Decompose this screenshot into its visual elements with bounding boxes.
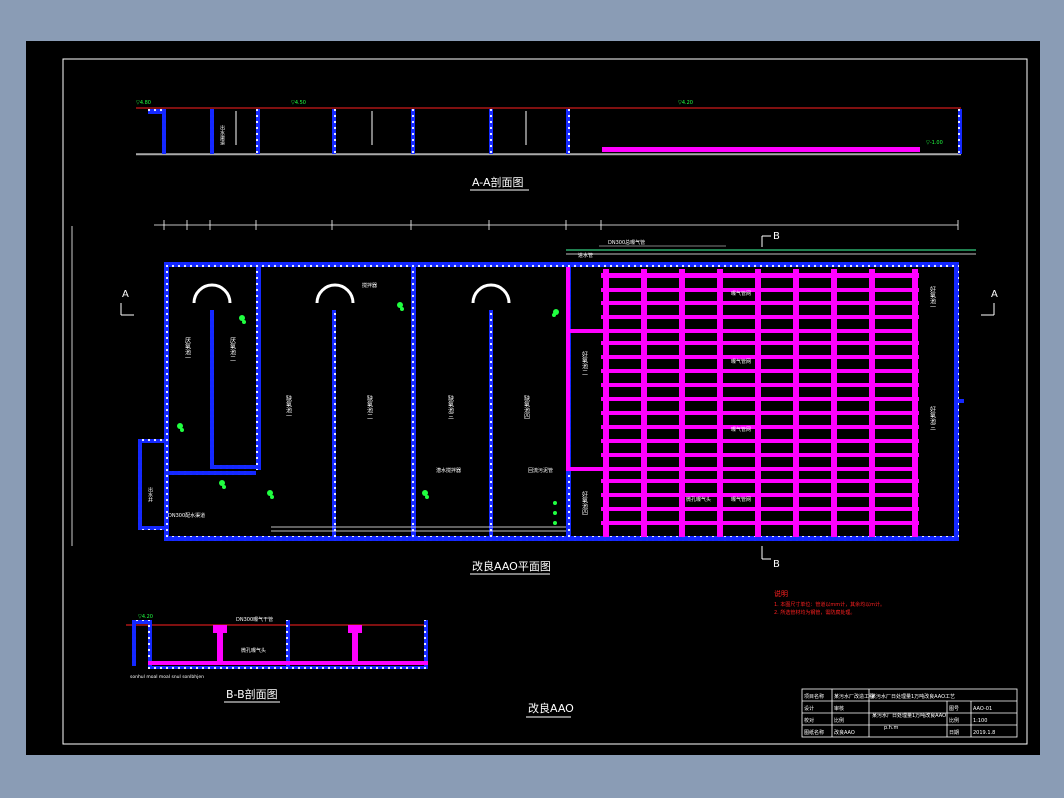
bb-label-aerator: 微孔曝气头 [241, 647, 266, 654]
plan-label-aeration-3: 曝气管网 [731, 426, 751, 433]
plan-label-aerobic-4: 好氧池四 [581, 490, 588, 515]
plan-label-pipe-top: DN300总曝气管 [608, 239, 645, 246]
plan-title: 改良AAO平面图 [472, 559, 551, 573]
notes-heading: 说明 [774, 589, 788, 598]
plan-aeration-grid [601, 269, 919, 537]
bb-label-pipe: DN300曝气干管 [236, 616, 273, 623]
plan-outer-wall-top [164, 262, 959, 267]
notes: 说明 1. 本图尺寸单位：管道以mm计，其余均以m计。 2. 所选管材均为钢管，… [774, 589, 885, 616]
plan-outer-wall-bottom [164, 536, 959, 541]
section-b-top-marker: B [773, 231, 780, 242]
title-block-scale-value: 1:100 [973, 718, 987, 724]
plan-label-bottom-channel: DN300配水渠道 [168, 512, 205, 519]
section-aa-aeration-bed [602, 147, 920, 152]
title-block-date-value: 2019.1.8 [973, 730, 995, 736]
notes-line-1: 1. 本图尺寸单位：管道以mm计，其余均以m计。 [774, 601, 885, 608]
title-block-drawing-2: p.h.m [884, 725, 899, 731]
plan-label-mixer: 潜水搅拌器 [436, 467, 461, 474]
bb-label-bottom: sonhul moal moal snul sonlbhjen [130, 674, 204, 680]
title-block-row1-c: 某污水厂日处理量1万吨改良AAO工艺 [871, 693, 955, 700]
title-block-text: 项目名称 某污水厂改造工程 某污水厂日处理量1万吨改良AAO工艺 设计 审核 校… [804, 693, 995, 736]
title-block-no-label: 图号 [949, 706, 959, 712]
drawing-sheet: ▽4.80 ▽4.50 ▽4.20 ▽-1.00 出水渠道 A-A剖面图 B B… [26, 41, 1040, 755]
plan-label-outlet: 出水井 [147, 486, 153, 503]
section-aa-title: A-A剖面图 [472, 175, 524, 189]
plan-baffle-arcs [192, 283, 511, 304]
plan-label-aerobic-1: 好氧池一 [929, 285, 936, 310]
title-block-drawing: 某污水厂日处理量1万吨改良AAO [872, 712, 946, 719]
plan-label-aerobic-2: 好氧池二 [581, 350, 588, 375]
section-a-right-marker: A [991, 289, 998, 300]
title-block-no-value: AAO-01 [973, 706, 992, 712]
title-block-row4-a: 图纸名称 [804, 729, 824, 736]
title-block-row1-a: 项目名称 [804, 693, 824, 700]
title-block-row3-b: 比例 [834, 717, 844, 724]
title-block-row4-b: 改良AAO [834, 729, 855, 736]
plan-outer-wall-left [164, 262, 169, 442]
svg-text:▽4.20: ▽4.20 [138, 614, 153, 620]
section-b-bottom-marker: B [773, 559, 780, 570]
title-block-row2-b: 审核 [834, 705, 844, 712]
title-block-row2-a: 设计 [804, 705, 814, 712]
plan-label-inflow: 进水管 [578, 252, 593, 259]
title-block-row1-b: 某污水厂改造工程 [834, 693, 874, 700]
section-aa: ▽4.80 ▽4.50 ▽4.20 ▽-1.00 出水渠道 A-A剖面图 [136, 100, 962, 191]
plan-label-anoxic-1: 缺氧池一 [285, 394, 292, 419]
plan-label-aeration-4: 曝气管网 [731, 496, 751, 503]
plan-label-anoxic-3: 缺氧池三 [447, 394, 454, 419]
section-bb-title: B-B剖面图 [226, 687, 278, 701]
plan-label-aeration-2: 曝气管网 [731, 358, 751, 365]
drawing-frame [62, 58, 1028, 745]
plan-label-aerobic-3: 好氧池三 [929, 405, 936, 430]
plan-label-aerator: 微孔曝气头 [686, 496, 711, 503]
sheet-title: 改良AAO [528, 701, 574, 715]
plan-label-aeration-1: 曝气管网 [731, 290, 751, 297]
svg-text:出水渠道: 出水渠道 [219, 124, 225, 146]
plan-label-sludge: 回流污泥管 [528, 467, 553, 474]
plan-label-anoxic-2: 缺氧池二 [366, 394, 373, 419]
plan-label-anaerobic-1: 厌氧池一 [184, 337, 191, 361]
svg-text:▽4.50: ▽4.50 [291, 100, 306, 106]
cad-drawing: ▽4.80 ▽4.50 ▽4.20 ▽-1.00 出水渠道 A-A剖面图 B B… [62, 58, 1028, 745]
plan-view: DN300总曝气管 厌氧池一 厌氧池二 缺氧池一 缺氧池二 缺氧池三 缺氧池四 … [138, 239, 976, 575]
svg-text:▽4.20: ▽4.20 [678, 100, 693, 106]
title-block-row3-a: 校对 [804, 717, 814, 724]
plan-label-anoxic-4: 缺氧池四 [523, 394, 530, 419]
notes-line-2: 2. 所选管材均为钢管，需防腐处理。 [774, 609, 855, 616]
title-block-scale-label: 比例 [949, 717, 959, 724]
plan-label-anaerobic-2: 厌氧池二 [229, 337, 236, 361]
section-bb: DN300曝气干管 微孔曝气头 sonhul moal moal snul so… [126, 614, 428, 703]
plan-label-stirrer: 搅拌器 [362, 282, 377, 289]
svg-text:▽4.80: ▽4.80 [136, 100, 151, 106]
section-a-left-marker: A [122, 289, 129, 300]
title-block-date-label: 日期 [949, 730, 959, 736]
svg-text:▽-1.00: ▽-1.00 [926, 140, 943, 146]
